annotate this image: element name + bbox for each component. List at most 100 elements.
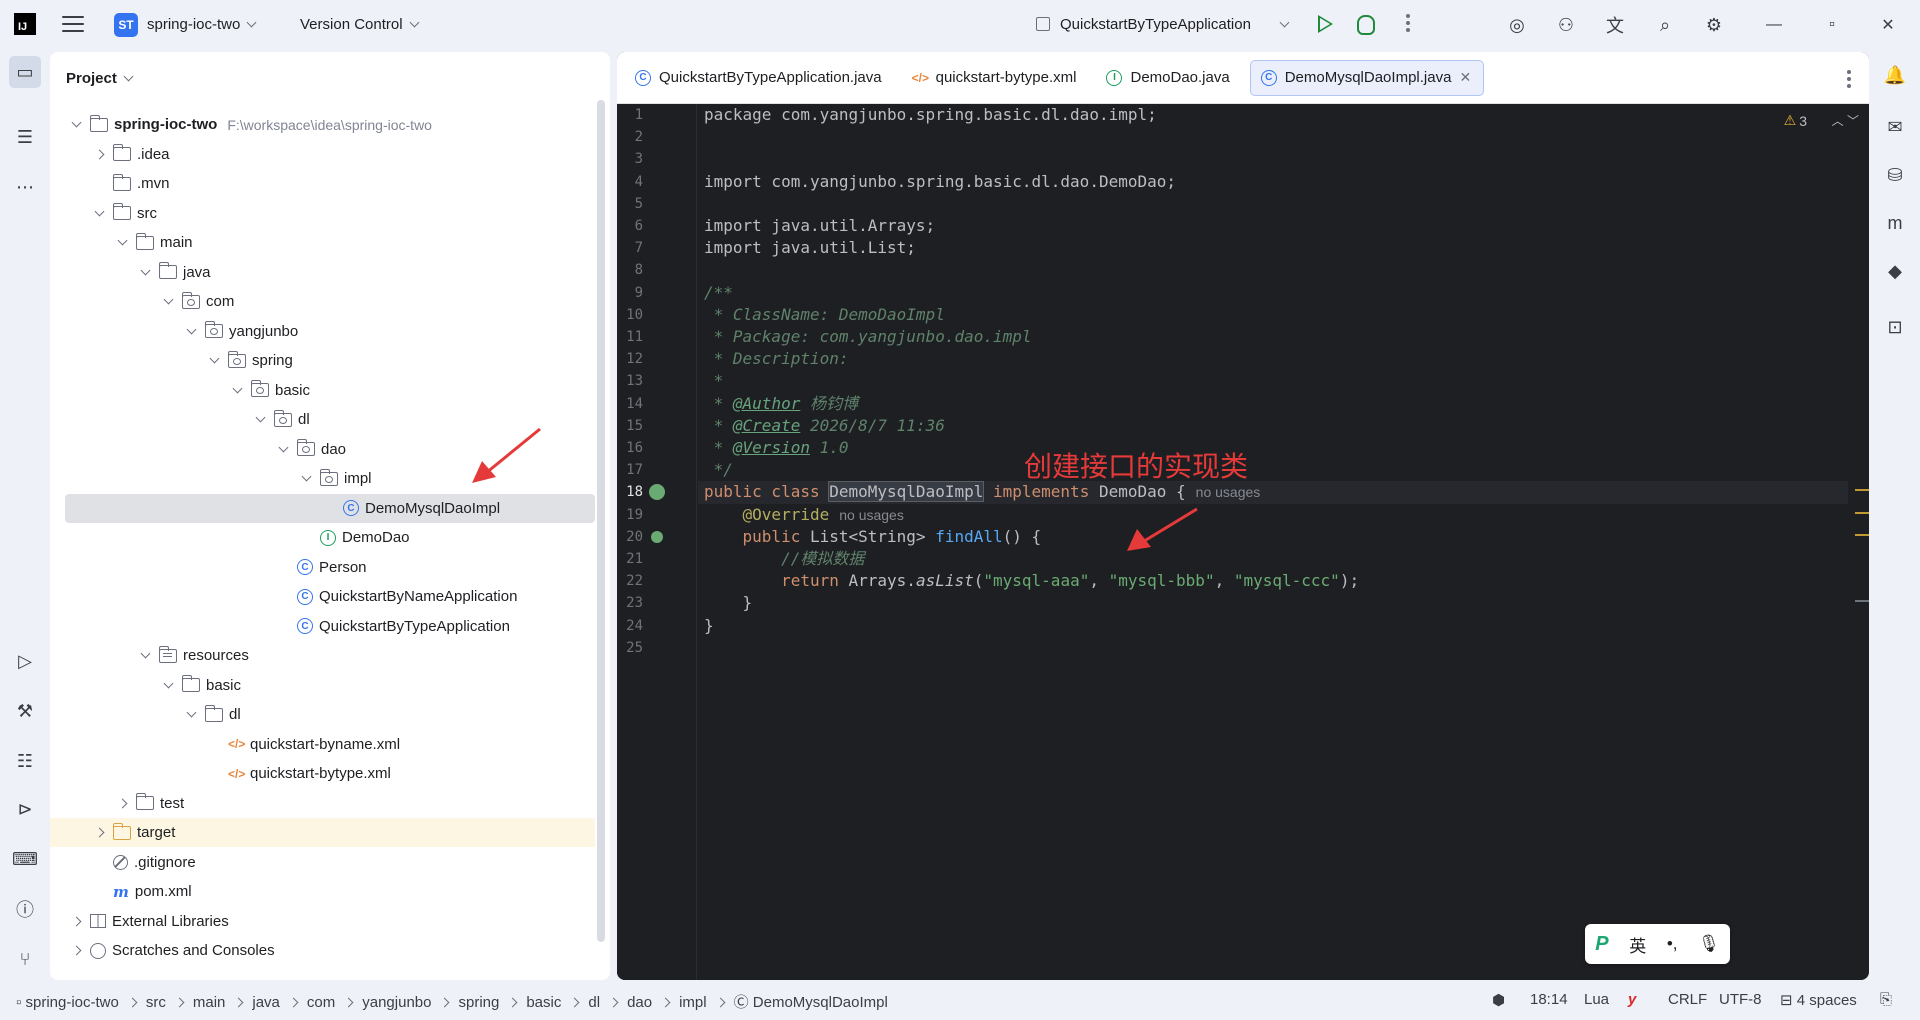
code-area[interactable]: package com.yangjunbo.spring.basic.dl.da… — [698, 104, 1848, 980]
tree-item[interactable]: C DemoMysqlDaoImpl — [65, 493, 595, 523]
chevron-down-icon[interactable] — [160, 677, 176, 693]
breadcrumb-item[interactable]: basic — [526, 994, 561, 1011]
line-number[interactable]: 5 — [617, 193, 643, 215]
tree-item[interactable]: m pom.xml — [50, 877, 595, 906]
breadcrumb-item[interactable]: spring — [458, 994, 499, 1011]
error-stripe-mark[interactable] — [1855, 534, 1869, 536]
code-line[interactable] — [698, 259, 704, 281]
maximize-icon[interactable]: ▫ — [1820, 14, 1844, 36]
tree-item[interactable]: java — [50, 258, 595, 287]
add-user-icon[interactable]: ⚇ — [1554, 13, 1578, 37]
error-stripe-mark[interactable] — [1855, 600, 1869, 602]
chevron-down-icon[interactable] — [275, 441, 291, 457]
ai-chat-icon[interactable]: ✉ — [1882, 114, 1908, 140]
code-line[interactable]: } — [698, 592, 753, 614]
ime-mode[interactable]: 英 — [1629, 932, 1646, 957]
line-separator[interactable]: CRLF — [1668, 991, 1707, 1008]
code-line[interactable]: return Arrays.asList("mysql-aaa", "mysql… — [698, 570, 1359, 592]
breadcrumb-item[interactable]: java — [252, 994, 280, 1011]
tree-item[interactable]: External Libraries — [50, 907, 595, 936]
implements-gutter-icon[interactable] — [649, 484, 665, 501]
editor-tab[interactable]: </> quickstart-bytype.xml — [902, 60, 1089, 96]
line-number[interactable]: 15 — [617, 415, 643, 437]
line-number[interactable]: 12 — [617, 348, 643, 370]
debug-tool-icon[interactable]: ⊳ — [12, 796, 38, 822]
project-scrollbar[interactable] — [597, 100, 605, 942]
debug-icon[interactable] — [1357, 15, 1375, 35]
line-number[interactable]: 25 — [617, 637, 643, 659]
bookmarks-icon[interactable]: ⊡ — [1882, 314, 1908, 340]
tree-item[interactable]: C Person — [50, 553, 595, 582]
override-gutter-icon[interactable] — [651, 530, 663, 543]
code-line[interactable]: public class DemoMysqlDaoImpl implements… — [698, 481, 1848, 504]
code-line[interactable]: package com.yangjunbo.spring.basic.dl.da… — [698, 104, 1157, 126]
line-number[interactable]: 13 — [617, 370, 643, 392]
code-line[interactable] — [698, 148, 704, 170]
chevron-down-icon[interactable] — [183, 707, 199, 723]
problems-tool-icon[interactable]: ⓘ — [12, 896, 38, 922]
line-number[interactable]: 22 — [617, 570, 643, 592]
close-tab-icon[interactable]: ✕ — [1459, 69, 1471, 86]
chevron-down-icon[interactable] — [114, 235, 130, 251]
line-number[interactable]: 3 — [617, 148, 643, 170]
chevron-down-icon[interactable] — [298, 471, 314, 487]
line-number[interactable]: 9 — [617, 282, 643, 304]
breadcrumb-item[interactable]: main — [193, 994, 226, 1011]
minimize-icon[interactable]: — — [1762, 14, 1786, 36]
tree-item[interactable]: basic — [50, 671, 595, 700]
line-number[interactable]: 6 — [617, 215, 643, 237]
tree-item[interactable]: .idea — [50, 140, 595, 169]
tree-item[interactable]: src — [50, 199, 595, 228]
project-panel-title[interactable]: Project — [66, 70, 134, 87]
line-number[interactable]: 20 — [617, 526, 643, 548]
inspections-icon[interactable]: ⬢ — [1492, 991, 1505, 1009]
tree-item[interactable]: .mvn — [50, 169, 595, 198]
tree-item[interactable]: target — [50, 818, 595, 847]
search-icon[interactable]: ⌕ — [1653, 13, 1677, 37]
line-number[interactable]: 7 — [617, 237, 643, 259]
tree-item[interactable]: C QuickstartByTypeApplication — [50, 612, 595, 641]
breadcrumb-item[interactable]: yangjunbo — [362, 994, 431, 1011]
language-indicator[interactable]: Lua — [1584, 991, 1609, 1008]
breadcrumb-item[interactable]: dao — [627, 994, 652, 1011]
file-encoding[interactable]: UTF-8 — [1719, 991, 1762, 1008]
intellij-logo-icon[interactable]: IJ — [14, 13, 36, 35]
chevron-down-icon[interactable] — [137, 648, 153, 664]
code-line[interactable]: import java.util.List; — [698, 237, 916, 259]
code-line[interactable]: */ — [698, 459, 733, 481]
project-switcher[interactable]: spring-ioc-two — [147, 16, 257, 33]
line-number[interactable]: 4 — [617, 171, 643, 193]
tree-item[interactable]: yangjunbo — [50, 317, 595, 346]
tab-actions-icon[interactable] — [1847, 70, 1851, 91]
line-number[interactable]: 2 — [617, 126, 643, 148]
database-icon[interactable]: ⛁ — [1882, 162, 1908, 188]
tree-item[interactable]: .gitignore — [50, 848, 595, 877]
caret-position[interactable]: 18:14 — [1530, 991, 1568, 1008]
chevron-down-icon[interactable] — [183, 323, 199, 339]
line-number[interactable]: 24 — [617, 615, 643, 637]
warning-nav-arrows[interactable]: ︿ ﹀ — [1832, 112, 1859, 129]
chevron-right-icon[interactable] — [91, 146, 107, 162]
code-line[interactable]: import com.yangjunbo.spring.basic.dl.dao… — [698, 171, 1176, 193]
code-line[interactable]: import java.util.Arrays; — [698, 215, 935, 237]
line-number[interactable]: 10 — [617, 304, 643, 326]
code-line[interactable]: } — [698, 615, 714, 637]
ai-assistant-icon[interactable]: ◎ — [1505, 13, 1529, 37]
tree-item[interactable]: dl — [50, 700, 595, 729]
indent-setting[interactable]: ⊟ 4 spaces — [1780, 991, 1857, 1009]
breadcrumb-item[interactable]: dl — [588, 994, 600, 1011]
code-line[interactable]: * @Version 1.0 — [698, 437, 849, 459]
breadcrumb-item[interactable]: Ⓒ DemoMysqlDaoImpl — [734, 994, 888, 1011]
code-line[interactable]: * @Create 2026/8/7 11:36 — [698, 415, 945, 437]
maven-icon[interactable]: m — [1882, 210, 1908, 236]
more-actions-icon[interactable] — [1406, 14, 1410, 35]
line-number[interactable]: 23 — [617, 592, 643, 614]
chevron-right-icon[interactable] — [114, 795, 130, 811]
chevron-right-icon[interactable] — [68, 913, 84, 929]
tree-item[interactable]: spring — [50, 346, 595, 375]
plugin-icon[interactable]: ◆ — [1882, 258, 1908, 284]
build-tool-icon[interactable]: ⚒ — [12, 698, 38, 724]
structure-tool-icon[interactable]: ☰ — [12, 124, 38, 150]
run-icon[interactable] — [1318, 15, 1333, 33]
tree-item[interactable]: basic — [50, 376, 595, 405]
